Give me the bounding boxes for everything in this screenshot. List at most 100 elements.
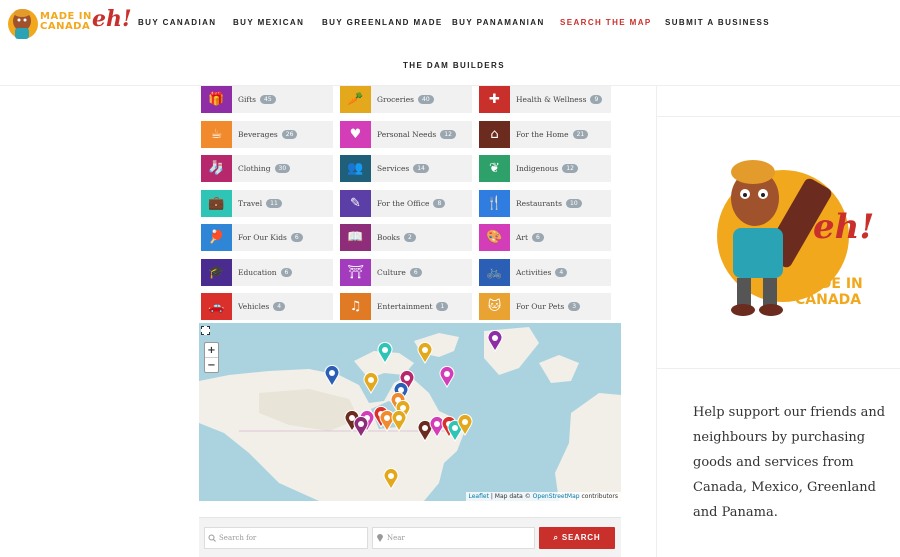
fork-knife-icon: 🍴 — [479, 189, 510, 217]
category-count-badge: 11 — [266, 198, 282, 208]
category-health-wellness[interactable]: ✚ Health & Wellness 9 — [479, 86, 611, 113]
ping-pong-icon: 🏓 — [201, 224, 232, 251]
heart-icon: ♥ — [340, 120, 371, 148]
bicycle-icon: 🚲 — [479, 258, 510, 286]
music-note-icon: ♫ — [340, 293, 371, 320]
category-label: Health & Wellness — [516, 95, 587, 104]
map-marker-icon[interactable] — [363, 372, 379, 394]
search-for-input[interactable]: Search for — [204, 527, 368, 549]
category-travel[interactable]: 💼 Travel 11 — [201, 189, 333, 217]
fullscreen-icon[interactable] — [201, 326, 210, 335]
map-attribution: Leaflet | Map data © OpenStreetMap contr… — [465, 492, 621, 501]
category-label: Culture — [377, 267, 406, 277]
category-count-badge: 45 — [260, 95, 276, 104]
map-marker-icon[interactable] — [487, 330, 503, 352]
nav-submit-business[interactable]: SUBMIT A BUSINESS — [665, 18, 770, 27]
category-personal-needs[interactable]: ♥ Personal Needs 12 — [340, 120, 472, 148]
category-activities[interactable]: 🚲 Activities 4 — [479, 258, 611, 286]
map-marker-icon[interactable] — [383, 468, 399, 490]
category-label: For the Home — [516, 129, 569, 139]
sidebar: eh! MADE IN CANADA Help support our frie… — [656, 86, 900, 557]
near-input[interactable]: Near — [372, 527, 535, 549]
category-education[interactable]: 🎓 Education 6 — [201, 258, 333, 286]
leaflet-link[interactable]: Leaflet — [469, 493, 489, 500]
search-button[interactable]: ⌕ SEARCH — [539, 527, 615, 549]
graduation-cap-icon: 🎓 — [201, 258, 232, 286]
zoom-out-button[interactable]: − — [205, 358, 218, 373]
category-indigenous[interactable]: ❦ Indigenous 12 — [479, 155, 611, 182]
category-beverages[interactable]: ☕ Beverages 26 — [201, 120, 333, 148]
category-label: Vehicles — [238, 302, 270, 311]
site-header: MADE IN CANADA eh! BUY CANADIAN BUY MEXIC… — [0, 0, 900, 86]
nav-buy-mexican[interactable]: BUY MEXICAN — [233, 18, 304, 27]
suitcase-icon: 💼 — [201, 189, 232, 217]
category-count-badge: 3 — [568, 302, 581, 311]
category-gifts[interactable]: 🎁 Gifts 45 — [201, 86, 333, 113]
main-nav: BUY CANADIAN BUY MEXICAN BUY GREENLAND M… — [0, 0, 900, 86]
category-count-badge: 10 — [566, 198, 582, 208]
search-bar: Search for Near ⌕ SEARCH — [199, 517, 621, 557]
home-icon: ⌂ — [479, 120, 510, 148]
torii-icon: ⛩ — [340, 258, 371, 286]
category-count-badge: 14 — [413, 164, 429, 173]
category-for-the-office[interactable]: ✎ For the Office 8 — [340, 189, 472, 217]
category-count-badge: 6 — [290, 233, 303, 242]
category-restaurants[interactable]: 🍴 Restaurants 10 — [479, 189, 611, 217]
category-count-badge: 2 — [403, 233, 416, 242]
location-pin-icon — [377, 534, 383, 542]
search-icon — [208, 534, 216, 542]
document-icon: ✎ — [340, 189, 371, 217]
category-label: Travel — [238, 198, 263, 208]
zoom-in-button[interactable]: + — [205, 343, 218, 358]
car-icon: 🚗 — [201, 293, 232, 320]
beaver-mascot-illustration: eh! MADE IN CANADA — [717, 160, 873, 316]
category-label: Gifts — [238, 95, 257, 104]
category-label: Groceries — [377, 95, 415, 104]
category-for-the-home[interactable]: ⌂ For the Home 21 — [479, 120, 611, 148]
map-marker-icon[interactable] — [391, 410, 407, 432]
category-vehicles[interactable]: 🚗 Vehicles 4 — [201, 293, 333, 320]
nav-buy-canadian[interactable]: BUY CANADIAN — [138, 18, 216, 27]
category-culture[interactable]: ⛩ Culture 6 — [340, 258, 472, 286]
category-count-badge: 26 — [281, 129, 298, 139]
category-books[interactable]: 📖 Books 2 — [340, 224, 472, 251]
first-aid-icon: ✚ — [479, 86, 510, 113]
category-groceries[interactable]: 🥕 Groceries 40 — [340, 86, 472, 113]
socks-icon: 🧦 — [201, 155, 232, 182]
category-clothing[interactable]: 🧦 Clothing 30 — [201, 155, 333, 182]
category-count-badge: 9 — [590, 95, 603, 104]
osm-link[interactable]: OpenStreetMap — [533, 493, 580, 500]
category-label: Art — [516, 233, 529, 242]
mug-icon: ☕ — [201, 120, 232, 148]
map-marker-icon[interactable] — [353, 416, 369, 438]
category-label: For Our Kids — [238, 233, 287, 242]
nav-dam-builders[interactable]: THE DAM BUILDERS — [403, 61, 505, 70]
map-marker-icon[interactable] — [417, 342, 433, 364]
category-label: Activities — [516, 267, 552, 277]
category-entertainment[interactable]: ♫ Entertainment 1 — [340, 293, 472, 320]
category-label: Education — [238, 267, 277, 277]
category-count-badge: 40 — [418, 95, 434, 104]
palette-icon: 🎨 — [479, 224, 510, 251]
category-for-our-pets[interactable]: 🐱 For Our Pets 3 — [479, 293, 611, 320]
category-label: Entertainment — [377, 302, 433, 311]
svg-text:CANADA: CANADA — [795, 292, 861, 308]
nav-buy-panamanian[interactable]: BUY PANAMANIAN — [452, 18, 545, 27]
map-marker-icon[interactable] — [377, 342, 393, 364]
svg-text:eh!: eh! — [813, 207, 873, 247]
gift-icon: 🎁 — [201, 86, 232, 113]
category-count-badge: 4 — [273, 302, 286, 311]
map-marker-icon[interactable] — [324, 365, 340, 387]
business-map[interactable]: + − Leaflet | Map data © OpenStreetMap c… — [199, 323, 621, 501]
category-label: For Our Pets — [516, 302, 565, 311]
nav-search-the-map[interactable]: SEARCH THE MAP — [560, 18, 652, 27]
category-for-our-kids[interactable]: 🏓 For Our Kids 6 — [201, 224, 333, 251]
category-art[interactable]: 🎨 Art 6 — [479, 224, 611, 251]
map-marker-icon[interactable] — [439, 366, 455, 388]
nav-buy-greenland[interactable]: BUY GREENLAND MADE — [322, 18, 443, 27]
category-services[interactable]: 👥 Services 14 — [340, 155, 472, 182]
category-count-badge: 21 — [572, 129, 589, 139]
category-count-badge: 6 — [280, 267, 293, 277]
map-marker-icon[interactable] — [457, 414, 473, 436]
category-count-badge: 4 — [555, 267, 568, 277]
